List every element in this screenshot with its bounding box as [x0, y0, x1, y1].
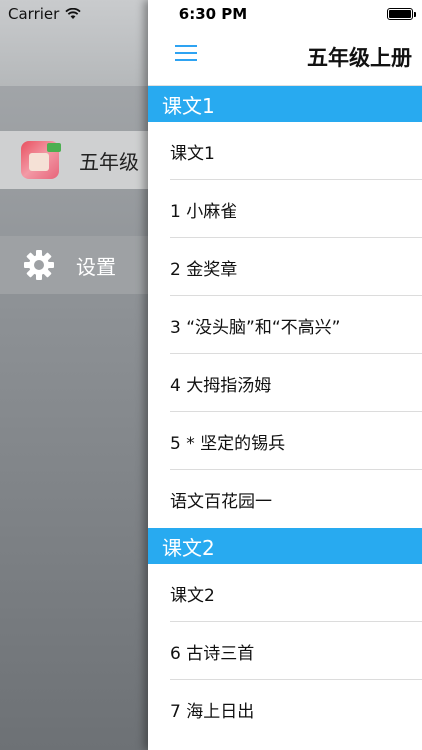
nav-bar: 五年级上册 [148, 28, 422, 86]
wifi-icon [65, 8, 81, 20]
gear-icon [24, 250, 54, 280]
list-item[interactable]: 6 古诗三首 [148, 622, 422, 680]
list-item[interactable]: 5 * 坚定的锡兵 [148, 412, 422, 470]
carrier-label: Carrier [8, 5, 60, 23]
list-item[interactable]: 1 小麻雀 [148, 180, 422, 238]
hamburger-icon[interactable] [175, 44, 197, 62]
drawer-item-label: 设置 [76, 254, 116, 279]
list-item[interactable]: 7 海上日出 [148, 680, 422, 738]
drawer-item-settings[interactable]: 设置 [0, 236, 150, 294]
list-item[interactable]: 2 金奖章 [148, 238, 422, 296]
main-panel: 6:30 PM 五年级上册 课文1 课文1 1 小麻雀 2 金奖章 3 “没头脑… [148, 0, 422, 750]
side-drawer: Carrier 五年级 设置 [0, 0, 150, 750]
page-title: 五年级上册 [307, 46, 412, 70]
drawer-item-label: 五年级 [79, 149, 139, 174]
drawer-item-grade5[interactable]: 五年级 [0, 131, 150, 189]
list-item[interactable]: 3 “没头脑”和“不高兴” [148, 296, 422, 354]
list-item[interactable]: 4 大拇指汤姆 [148, 354, 422, 412]
list-item[interactable]: 语文百花园一 [148, 470, 422, 528]
book-cover-icon [21, 141, 61, 179]
status-time: 6:30 PM [178, 5, 248, 23]
drawer-status-bar: Carrier [0, 0, 150, 28]
list-item[interactable]: 课文2 [148, 564, 422, 622]
status-bar: 6:30 PM [148, 0, 422, 28]
section-header: 课文2 [148, 528, 422, 564]
section-header: 课文1 [148, 86, 422, 122]
list-item[interactable]: 课文1 [148, 122, 422, 180]
battery-icon [387, 8, 416, 20]
